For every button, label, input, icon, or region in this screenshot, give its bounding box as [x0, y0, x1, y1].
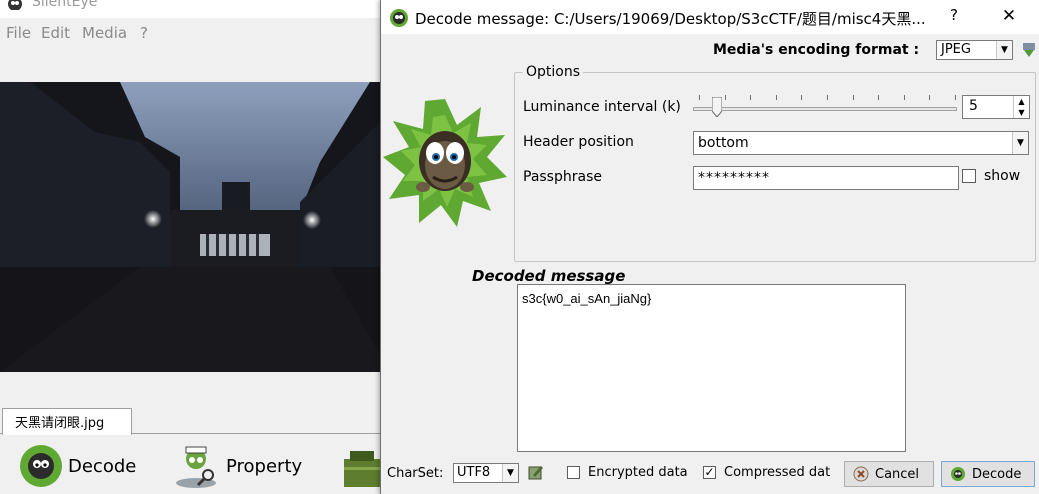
compressed-data-checkbox[interactable]: ✓ — [703, 466, 716, 479]
property-inspector-icon — [176, 446, 216, 488]
encoding-format-select[interactable]: JPEG ▼ — [936, 40, 1013, 60]
slider-tick — [801, 95, 803, 100]
slider-tick — [775, 95, 777, 100]
decode-toolbar-label: Decode — [68, 455, 137, 477]
file-tab[interactable]: 天黑请闭眼.jpg — [2, 408, 132, 435]
slider-handle[interactable] — [711, 97, 722, 117]
silenteye-mascot-icon — [383, 99, 507, 227]
help-button[interactable]: ? — [943, 6, 965, 28]
slider-tick — [724, 95, 726, 100]
menubar: File Edit Media ? — [0, 22, 390, 44]
charset-edit-icon[interactable] — [528, 464, 544, 480]
show-passphrase-label: show — [984, 168, 1021, 184]
options-legend: Options — [523, 64, 584, 80]
passphrase-label: Passphrase — [523, 169, 602, 185]
dialog-mascot-icon — [390, 9, 408, 27]
main-window-title: SilentEye — [32, 0, 98, 10]
decode-mascot-icon — [951, 467, 965, 481]
image-preview — [0, 82, 390, 372]
decoded-message-label: Decoded message — [472, 267, 626, 285]
slider-tick — [699, 95, 700, 100]
chevron-down-icon: ▼ — [502, 464, 518, 482]
charset-label: CharSet: — [387, 466, 444, 481]
close-button[interactable]: ✕ — [997, 6, 1021, 28]
main-titlebar: SilentEye — [0, 0, 390, 18]
encoding-format-value: JPEG — [941, 42, 971, 57]
slider-tick — [750, 95, 752, 100]
main-window: SilentEye File Edit Media ? 天黑请闭眼.jpg De… — [0, 0, 390, 494]
menu-edit[interactable]: Edit — [41, 24, 70, 42]
file-tab-bar: 天黑请闭眼.jpg — [0, 408, 390, 435]
header-position-select[interactable]: bottom ▼ — [693, 131, 1029, 155]
luminance-slider[interactable] — [691, 93, 959, 121]
chevron-down-icon: ▼ — [1012, 132, 1028, 154]
property-toolbar-button[interactable]: Property — [172, 442, 302, 490]
passphrase-input[interactable]: ********* — [693, 166, 959, 190]
charset-select[interactable]: UTF8 ▼ — [453, 463, 519, 483]
decode-button[interactable]: Decode — [941, 461, 1035, 487]
slider-tick — [878, 95, 880, 100]
slider-tick — [955, 95, 956, 100]
dialog-titlebar: Decode message: C:/Users/19069/Desktop/S… — [381, 0, 1039, 34]
encoding-format-label: Media's encoding format : — [713, 42, 920, 58]
menu-media[interactable]: Media — [82, 24, 127, 42]
luminance-spinbox[interactable]: 5 ▲ ▼ — [962, 95, 1030, 119]
slider-tick — [903, 95, 905, 100]
dialog-bottom-bar: CharSet: UTF8 ▼ Encrypted data ✓ Compres… — [381, 456, 1039, 494]
encrypted-data-checkbox[interactable] — [567, 466, 580, 479]
luminance-label: Luminance interval (k) — [523, 99, 681, 115]
charset-value: UTF8 — [457, 465, 491, 480]
decode-dialog: Decode message: C:/Users/19069/Desktop/S… — [380, 0, 1039, 494]
luminance-value: 5 — [969, 98, 978, 114]
decode-toolbar-button[interactable]: Decode — [18, 442, 136, 490]
slider-tick — [929, 95, 931, 100]
encode-toolbar-button[interactable] — [342, 442, 382, 490]
app-mascot-icon — [8, 0, 22, 10]
menu-file[interactable]: File — [6, 24, 31, 42]
chevron-down-icon: ▼ — [996, 41, 1012, 59]
slider-tick — [852, 95, 854, 100]
decode-label: Decode — [972, 466, 1022, 482]
header-position-value: bottom — [698, 135, 749, 151]
show-passphrase-checkbox[interactable] — [962, 169, 976, 183]
main-toolbar: Decode Property — [0, 438, 390, 494]
menu-help[interactable]: ? — [140, 24, 148, 42]
header-position-label: Header position — [523, 134, 634, 150]
night-courtyard-photo — [0, 82, 390, 372]
decode-mascot-icon — [20, 445, 62, 487]
compressed-data-label: Compressed dat — [724, 465, 831, 480]
cancel-icon — [853, 466, 869, 482]
cancel-button[interactable]: Cancel — [844, 461, 934, 487]
encode-box-icon — [344, 451, 380, 487]
cancel-label: Cancel — [875, 466, 920, 482]
slider-groove — [693, 107, 957, 111]
options-group: Options Luminance interval (k) 5 ▲ ▼ Head… — [514, 64, 1036, 262]
slider-tick — [827, 95, 828, 100]
dialog-title: Decode message: C:/Users/19069/Desktop/S… — [415, 10, 926, 28]
format-settings-icon[interactable] — [1021, 41, 1037, 59]
check-icon: ✓ — [704, 465, 715, 479]
decoded-message-textarea[interactable]: s3c{w0_ai_sAn_jiaNg} — [517, 284, 906, 452]
encrypted-data-label: Encrypted data — [588, 465, 688, 480]
property-toolbar-label: Property — [226, 455, 303, 477]
spin-buttons[interactable]: ▲ ▼ — [1013, 96, 1029, 118]
